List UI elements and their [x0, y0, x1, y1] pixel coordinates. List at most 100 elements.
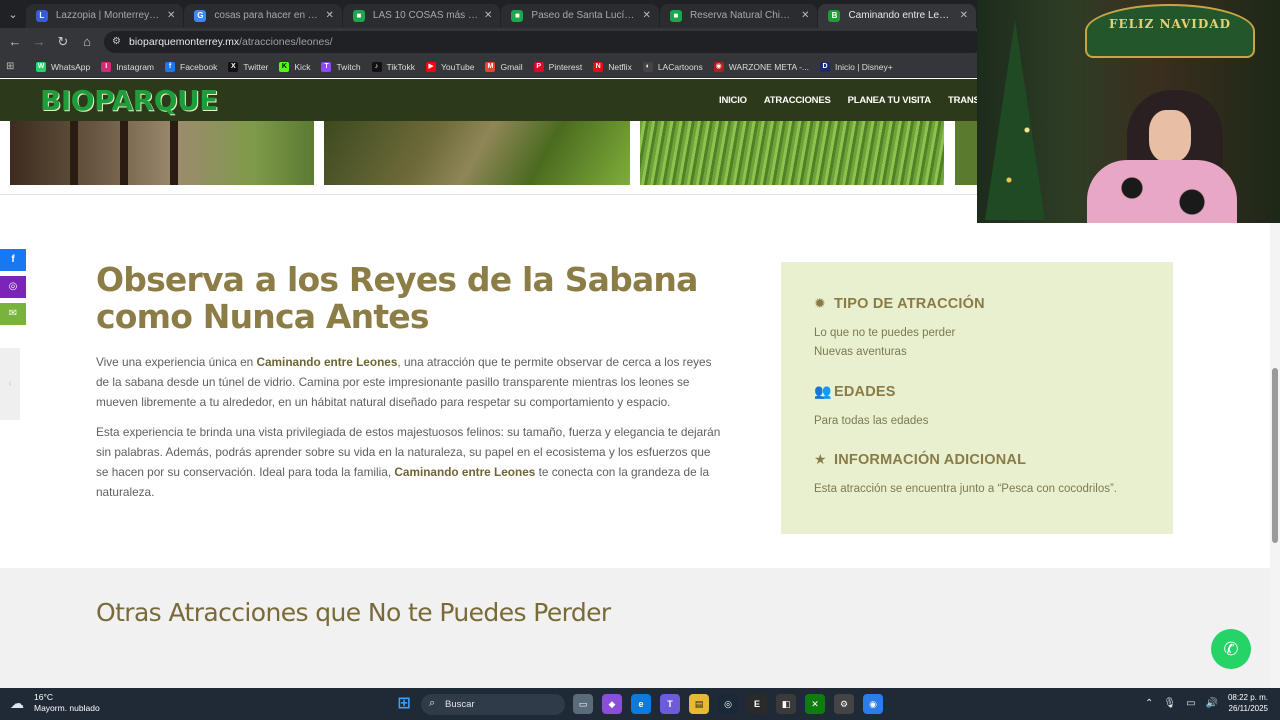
tipo-item: Nuevas aventuras: [814, 346, 907, 358]
gallery-photo-tall-grass[interactable]: [640, 121, 944, 185]
tab-close-icon[interactable]: ✕: [960, 4, 968, 28]
main-nav: INICIO ATRACCIONES PLANEA TU VISITA TRAN…: [719, 79, 1012, 121]
tab-favicon-icon: L: [35, 10, 48, 22]
tab-favicon-icon: G: [194, 10, 207, 22]
browser-tab[interactable]: ■ LAS 10 COSAS más increíbles ✕: [342, 4, 501, 28]
edades-heading: 👥 EDADES: [814, 383, 896, 400]
nav-planea-tu-visita[interactable]: PLANEA TU VISITA: [848, 95, 932, 106]
teams-icon[interactable]: T: [660, 694, 680, 714]
taskbar-search[interactable]: ⌕ Buscar: [421, 694, 565, 715]
tipo-item: Lo que no te puedes perder: [814, 327, 956, 339]
tab-favicon-icon: ■: [511, 10, 524, 22]
edge-browser-icon[interactable]: e: [631, 694, 651, 714]
tab-favicon-icon: ■: [669, 10, 682, 22]
tab-close-icon[interactable]: ✕: [484, 4, 492, 28]
webcam-overlay: FELIZ NAVIDAD: [977, 0, 1280, 223]
tab-favicon-icon: B: [828, 10, 841, 22]
apps-grid-icon[interactable]: ⊞: [6, 60, 20, 74]
other-attractions-section: Otras Atracciones que No te Puedes Perde…: [0, 568, 1270, 688]
xbox-icon[interactable]: ✕: [805, 694, 825, 714]
epic-games-icon[interactable]: E: [747, 694, 767, 714]
home-icon[interactable]: ⌂: [78, 33, 96, 51]
browser-tab[interactable]: L Lazzopia | Monterrey - Lazzopia ✕: [25, 4, 184, 28]
tab-close-icon[interactable]: ✕: [643, 4, 651, 28]
bookmark-gmail[interactable]: M Gmail: [485, 61, 523, 72]
browser-tab[interactable]: ■ Paseo de Santa Lucía (ACTUA ✕: [501, 4, 659, 28]
reload-icon[interactable]: ↻: [54, 33, 72, 51]
volume-icon[interactable]: 🔊: [1206, 698, 1218, 709]
christmas-sign: FELIZ NAVIDAD: [1085, 4, 1255, 58]
address-bar-row: ← → ↻ ⌂ ⚙ bioparquemonterrey.mx/atraccio…: [0, 28, 984, 56]
microphone-icon[interactable]: 🎙: [1163, 698, 1176, 709]
chrome-icon[interactable]: ◉: [863, 694, 883, 714]
clock[interactable]: 08:22 p. m. 26/11/2025: [1228, 692, 1268, 714]
photo-gallery-strip: [0, 121, 977, 185]
task-view-icon[interactable]: ▭: [573, 694, 593, 714]
netflix-icon: N: [593, 61, 604, 72]
bookmark-youtube[interactable]: ▶ YouTube: [426, 61, 474, 72]
file-explorer-icon[interactable]: ▤: [689, 694, 709, 714]
scrollbar-thumb[interactable]: [1272, 368, 1278, 543]
bookmark-whatsapp[interactable]: W WhatsApp: [36, 61, 90, 72]
gallery-photo-partial[interactable]: [955, 121, 977, 185]
facebook-icon: f: [165, 61, 176, 72]
tab-search-icon[interactable]: ⌄: [0, 0, 26, 28]
bookmark-instagram[interactable]: I Instagram: [101, 61, 154, 72]
gallery-photo-glass-tunnel[interactable]: [10, 121, 314, 185]
browser-tab-active[interactable]: B Caminando entre Leones – Biop ✕: [818, 4, 976, 28]
settings-gear-icon[interactable]: ⚙: [834, 694, 854, 714]
gallery-photo-lion-grass[interactable]: [324, 121, 630, 185]
chevron-up-icon[interactable]: ⌃: [1145, 698, 1153, 709]
detail-paragraph: Esta experiencia te brinda una vista pri…: [96, 425, 721, 499]
bookmark-disney[interactable]: D Inicio | Disney+: [820, 61, 893, 72]
x-logo-icon: X: [228, 61, 239, 72]
url-bar[interactable]: ⚙ bioparquemonterrey.mx/atracciones/leon…: [104, 31, 984, 53]
copilot-icon[interactable]: ◆: [602, 694, 622, 714]
bookmark-twitter[interactable]: X Twitter: [228, 61, 268, 72]
bookmark-facebook[interactable]: f Facebook: [165, 61, 217, 72]
browser-tab[interactable]: G cosas para hacer en monterrey ✕: [184, 4, 342, 28]
nav-atracciones[interactable]: ATRACCIONES: [764, 95, 831, 106]
lacartoons-icon: ◐: [642, 61, 653, 72]
bookmark-netflix[interactable]: N Netflix: [593, 61, 632, 72]
share-facebook-icon[interactable]: f: [0, 249, 26, 271]
tab-close-icon[interactable]: ✕: [326, 4, 334, 28]
tab-title: Lazzopia | Monterrey - Lazzopia: [55, 10, 184, 21]
bookmark-twitch[interactable]: T Twitch: [321, 61, 361, 72]
share-email-icon[interactable]: ✉: [0, 303, 26, 325]
tab-close-icon[interactable]: ✕: [801, 4, 809, 28]
bookmark-pinterest[interactable]: P Pinterest: [533, 61, 582, 72]
intro-paragraph: Vive una experiencia única en Caminando …: [96, 355, 712, 409]
attraction-name-highlight: Caminando entre Leones: [394, 465, 536, 479]
share-instagram-icon[interactable]: ◎: [0, 276, 26, 298]
badge-gear-icon: ✹: [814, 295, 826, 311]
url-text: bioparquemonterrey.mx/atracciones/leones…: [129, 36, 333, 48]
forward-arrow-icon[interactable]: →: [30, 33, 48, 51]
nav-inicio[interactable]: INICIO: [719, 95, 747, 106]
weather-widget[interactable]: ☁ 16°C Mayorm. nublado: [10, 692, 100, 714]
bookmark-warzone[interactable]: ◉ WARZONE META -...: [713, 61, 809, 72]
page-scrollbar[interactable]: [1270, 223, 1280, 688]
edades-text: Para todas las edades: [814, 415, 929, 427]
tab-title: cosas para hacer en monterrey: [214, 10, 342, 21]
whatsapp-chat-button[interactable]: ✆: [1211, 629, 1251, 669]
side-slide-tab[interactable]: ‹: [0, 348, 20, 420]
bookmark-lacartoons[interactable]: ◐ LACartoons: [642, 61, 703, 72]
back-arrow-icon[interactable]: ←: [6, 33, 24, 51]
bookmark-tiktok[interactable]: ♪ TikTokk: [371, 61, 415, 72]
windows-start-icon[interactable]: ⊞: [394, 694, 414, 714]
system-tray: ⌃ 🎙 ▭ 🔊 08:22 p. m. 26/11/2025: [1145, 692, 1268, 714]
other-attractions-heading: Otras Atracciones que No te Puedes Perde…: [96, 598, 611, 627]
page-headline: Observa a los Reyes de la Sabana como Nu…: [96, 260, 698, 336]
bookmark-kick[interactable]: K Kick: [279, 61, 310, 72]
site-info-icon[interactable]: ⚙: [112, 36, 124, 48]
bioparque-logo[interactable]: BIOPARQUE: [40, 84, 218, 117]
steam-icon[interactable]: ◎: [718, 694, 738, 714]
app-icon[interactable]: ◧: [776, 694, 796, 714]
browser-tab[interactable]: ■ Reserva Natural Chipinque (A ✕: [659, 4, 818, 28]
display-icon[interactable]: ▭: [1186, 698, 1195, 709]
windows-taskbar: ☁ 16°C Mayorm. nublado ⊞ ⌕ Buscar ▭ ◆ e T…: [0, 688, 1280, 720]
weather-desc: Mayorm. nublado: [34, 703, 100, 713]
attraction-info-box: ✹ TIPO DE ATRACCIÓN Lo que no te puedes p…: [781, 262, 1173, 534]
tab-close-icon[interactable]: ✕: [167, 4, 175, 28]
